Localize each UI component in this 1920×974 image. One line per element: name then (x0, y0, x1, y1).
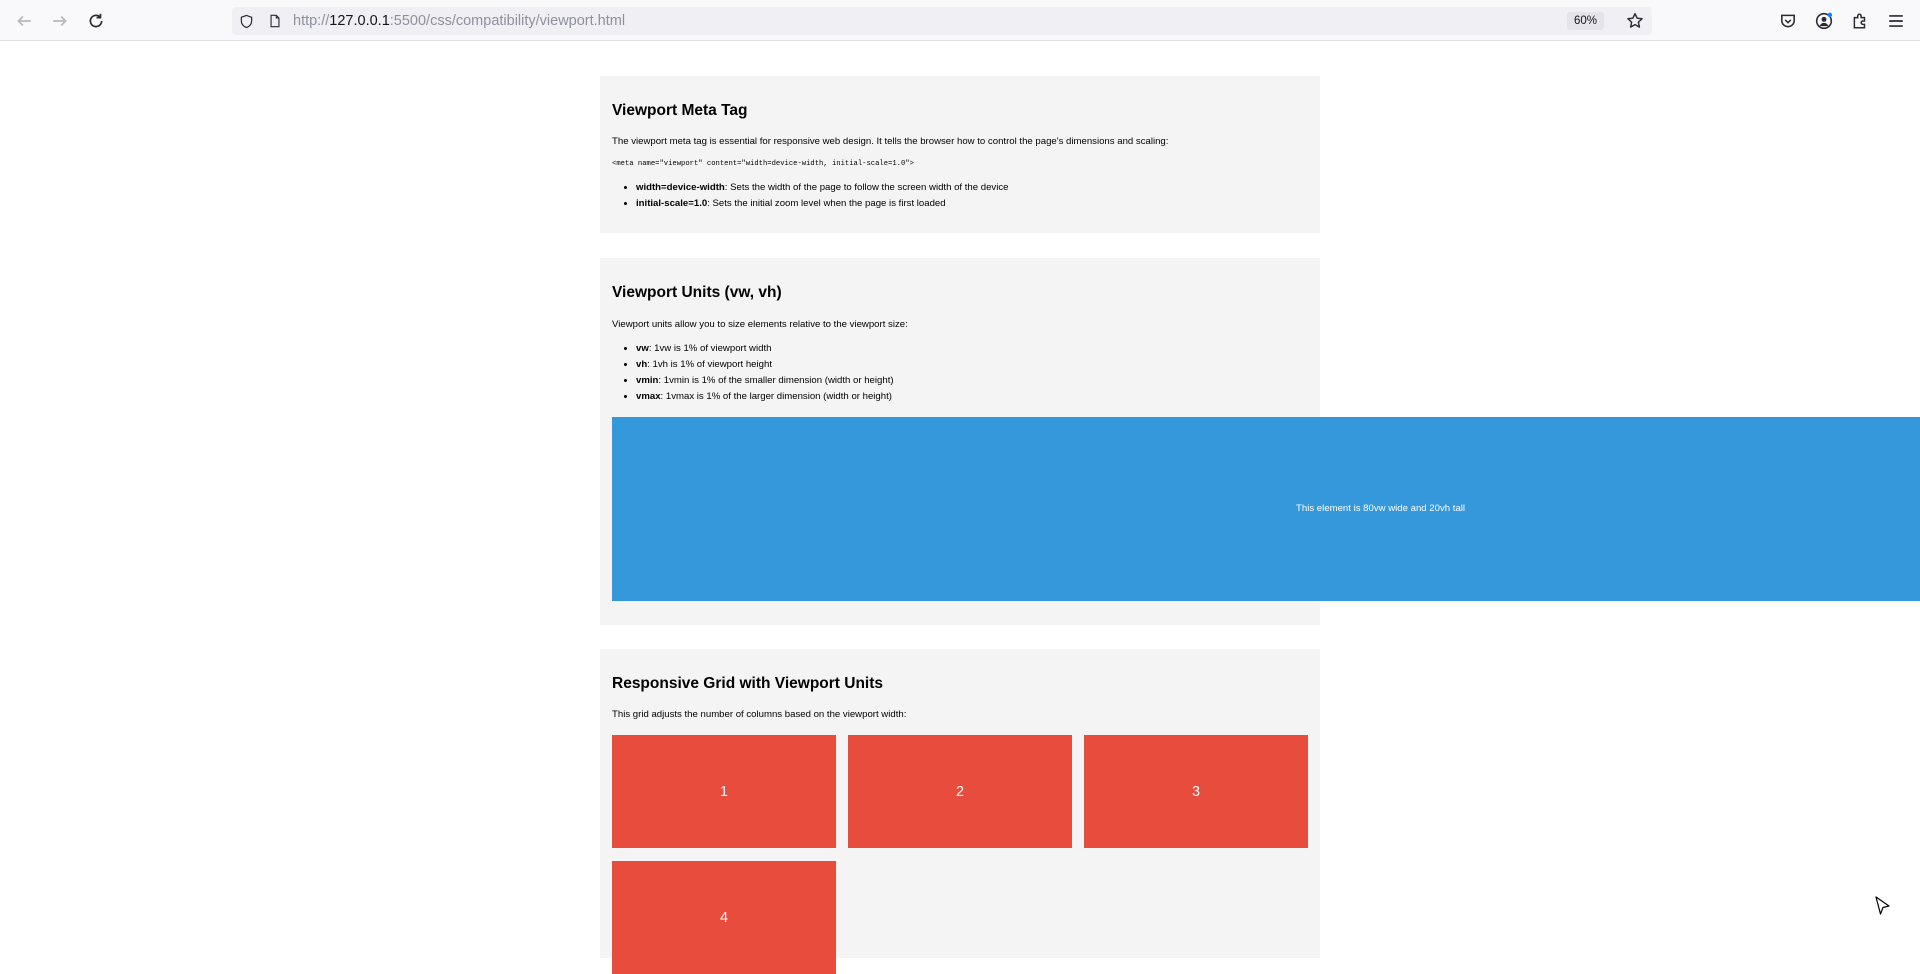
list-term: vmin (636, 375, 659, 386)
pocket-icon (1781, 14, 1795, 28)
list-desc: : 1vh is 1% of viewport height (647, 359, 772, 370)
grid-cell: 3 (1084, 735, 1308, 848)
list-term: vh (636, 359, 648, 370)
list-item: vw: 1vw is 1% of viewport width (636, 341, 894, 357)
shield-icon[interactable] (238, 13, 254, 29)
section-description: Viewport units allow you to size element… (612, 319, 908, 330)
back-button[interactable] (13, 10, 35, 32)
list-desc: : 1vw is 1% of viewport width (648, 343, 772, 354)
pocket-button[interactable] (1777, 10, 1799, 32)
list-term: vmax (636, 391, 661, 402)
grid-cell: 1 (612, 735, 836, 848)
section-title: Viewport Units (vw, vh) (612, 284, 782, 301)
list-desc: : Sets the initial zoom level when the p… (707, 198, 946, 209)
list-item: vh: 1vh is 1% of viewport height (636, 357, 894, 373)
grid-cell: 4 (612, 861, 836, 974)
account-button[interactable] (1813, 10, 1835, 32)
forward-button[interactable] (49, 10, 71, 32)
puzzle-icon (1853, 13, 1866, 29)
section-title: Responsive Grid with Viewport Units (612, 675, 884, 692)
page-icon[interactable] (267, 13, 283, 29)
meta-list: width=device-width: Sets the width of th… (612, 180, 1008, 212)
section-title: Viewport Meta Tag (612, 102, 748, 119)
account-icon (1815, 12, 1833, 30)
star-icon[interactable] (1626, 12, 1644, 30)
address-bar[interactable]: http://127.0.0.1:5500/css/compatibility/… (232, 7, 1652, 35)
extensions-button[interactable] (1849, 10, 1871, 32)
viewport-demo-box: This element is 80vw wide and 20vh tall (612, 417, 1920, 601)
browser-toolbar: http://127.0.0.1:5500/css/compatibility/… (0, 0, 1920, 41)
viewport-demo-text: This element is 80vw wide and 20vh tall (1296, 503, 1466, 514)
url-host: 127.0.0.1 (329, 13, 390, 29)
list-term: initial-scale=1.0 (636, 198, 708, 209)
url-path: :5500/css/compatibility/viewport.html (389, 13, 626, 29)
list-item: initial-scale=1.0: Sets the initial zoom… (636, 196, 1008, 212)
meta-code: <meta name="viewport" content="width=dev… (612, 160, 914, 168)
list-item: vmin: 1vmin is 1% of the smaller dimensi… (636, 373, 894, 389)
reload-icon (89, 13, 103, 28)
list-term: width=device-width (636, 182, 725, 193)
arrow-right-icon (53, 15, 67, 27)
url-prefix: http:// (293, 13, 330, 29)
menu-button[interactable] (1885, 10, 1907, 32)
section-description: This grid adjusts the number of columns … (612, 709, 907, 720)
list-item: vmax: 1vmax is 1% of the larger dimensio… (636, 389, 894, 405)
units-list: vw: 1vw is 1% of viewport width vh: 1vh … (612, 341, 894, 405)
mouse-cursor-icon (1875, 896, 1890, 915)
hamburger-menu-icon (1889, 15, 1903, 27)
arrow-left-icon (17, 15, 31, 27)
section-description: The viewport meta tag is essential for r… (612, 136, 1169, 147)
zoom-level-button[interactable]: 60% (1566, 12, 1604, 30)
url-text[interactable]: http://127.0.0.1:5500/css/compatibility/… (293, 13, 625, 29)
list-item: width=device-width: Sets the width of th… (636, 180, 1008, 196)
grid-cell: 2 (848, 735, 1072, 848)
meta-tag-section: Viewport Meta Tag The viewport meta tag … (600, 76, 1320, 233)
reload-button[interactable] (85, 10, 107, 32)
list-term: vw (636, 343, 649, 354)
list-desc: : 1vmax is 1% of the larger dimension (w… (660, 391, 892, 402)
list-desc: : 1vmin is 1% of the smaller dimension (… (658, 375, 894, 386)
list-desc: : Sets the width of the page to follow t… (724, 182, 1009, 193)
